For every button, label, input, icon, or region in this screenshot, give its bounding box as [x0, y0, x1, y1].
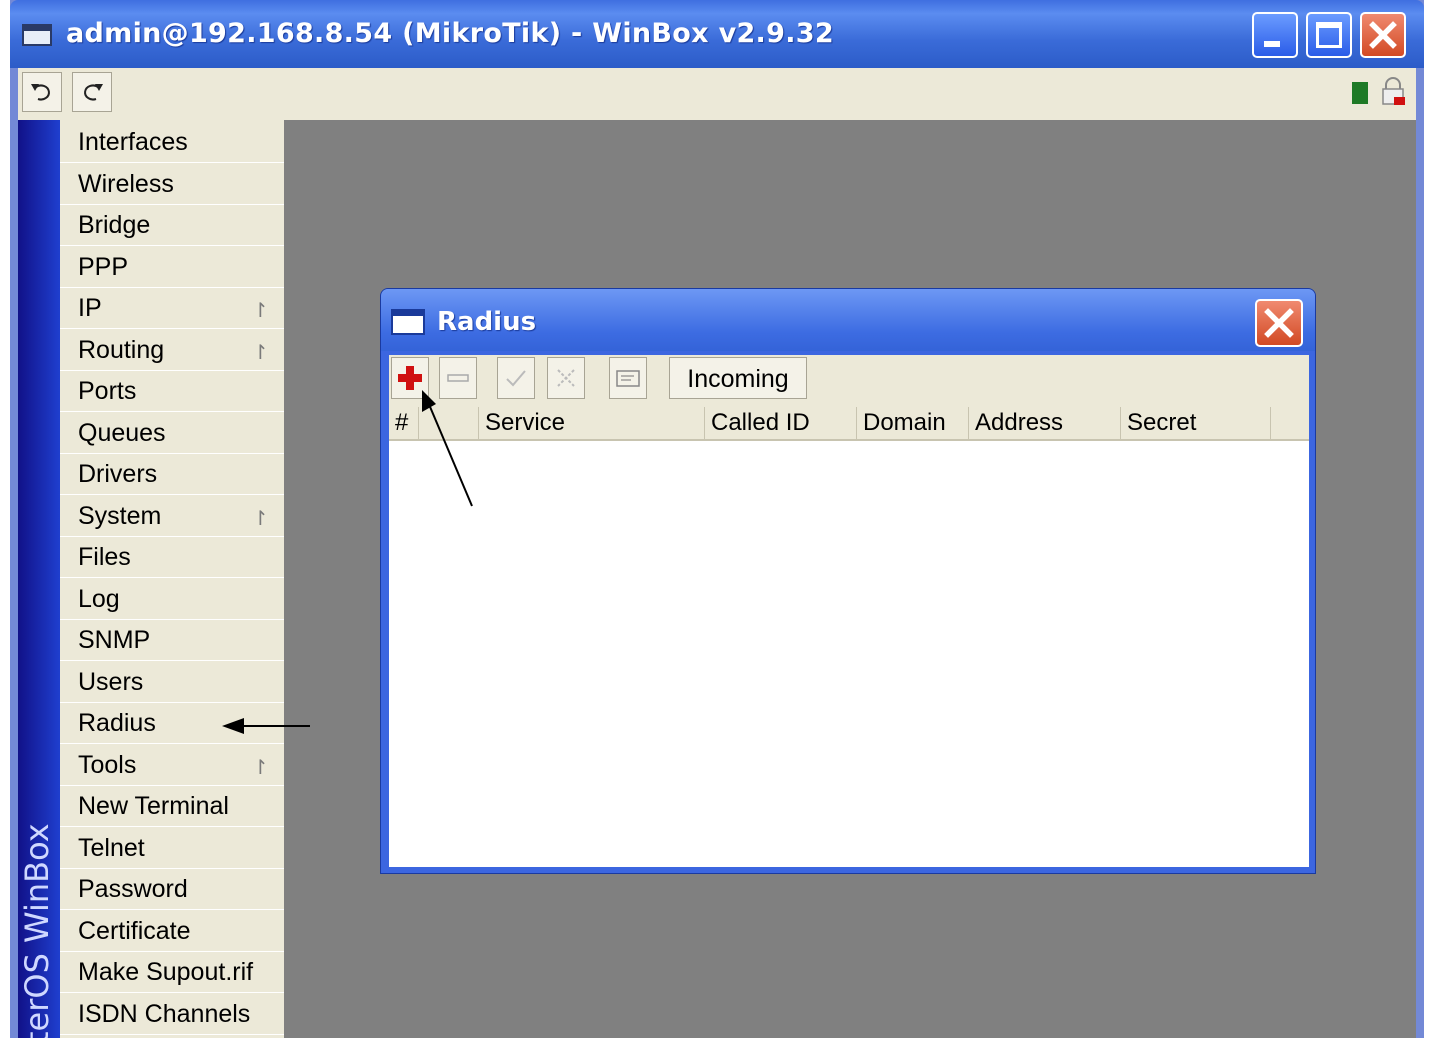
dialog-title: Radius — [437, 307, 537, 337]
column-header-number[interactable]: # — [389, 407, 419, 439]
menu-item-label: Telnet — [78, 834, 145, 862]
redo-icon — [84, 84, 103, 101]
menu-item-ppp[interactable]: PPP — [60, 247, 284, 288]
column-header-secret[interactable]: Secret — [1121, 407, 1271, 439]
menu-item-interfaces[interactable]: Interfaces — [60, 122, 284, 163]
menu-item-label: Ports — [78, 377, 137, 405]
menu-item-routing[interactable]: Routing ↾ — [60, 330, 284, 371]
menu-item-wireless[interactable]: Wireless — [60, 164, 284, 205]
disable-icon — [557, 369, 575, 387]
menu-item-users[interactable]: Users — [60, 662, 284, 703]
window-title: admin@192.168.8.54 (MikroTik) - WinBox v… — [66, 18, 834, 49]
maximize-button[interactable] — [1306, 12, 1352, 58]
menu-item-queues[interactable]: Queues — [60, 413, 284, 454]
winbox-window: admin@192.168.8.54 (MikroTik) - WinBox v… — [10, 0, 1424, 1038]
menu-item-label: PPP — [78, 253, 129, 281]
menu-item-label: Queues — [78, 419, 166, 447]
menu-item-radius[interactable]: Radius — [60, 703, 284, 744]
undo-button[interactable] — [22, 72, 62, 112]
close-icon — [1264, 308, 1294, 338]
add-icon — [398, 366, 422, 390]
add-button[interactable] — [391, 357, 429, 399]
table-header: # Service Called ID Domain Address Secre… — [389, 407, 1309, 441]
menu-item-label: Password — [78, 875, 188, 903]
column-header-address[interactable]: Address — [969, 407, 1121, 439]
menu-item-log[interactable]: Log — [60, 579, 284, 620]
menu-item-files[interactable]: Files — [60, 537, 284, 578]
dialog-window-icon — [391, 309, 425, 335]
menu-item-label: IP — [78, 294, 102, 322]
menu-item-system[interactable]: System ↾ — [60, 496, 284, 537]
menu-item-label: Drivers — [78, 460, 158, 488]
remove-button[interactable] — [439, 357, 477, 399]
undo-icon — [31, 84, 50, 101]
menu-item-label: System — [78, 502, 162, 530]
menu-item-label: Certificate — [78, 917, 191, 945]
column-header-service[interactable]: Service — [479, 407, 705, 439]
radius-dialog: Radius Incoming # Service Called ID Doma… — [380, 288, 1316, 874]
menu-item-ports[interactable]: Ports — [60, 371, 284, 412]
title-bar[interactable]: admin@192.168.8.54 (MikroTik) - WinBox v… — [10, 0, 1424, 68]
dialog-toolbar: Incoming — [389, 355, 1309, 407]
menu-item-label: Tools — [78, 751, 137, 779]
column-header-blank[interactable] — [419, 407, 479, 439]
menu-item-label: Wireless — [78, 170, 174, 198]
menu-item-password[interactable]: Password — [60, 869, 284, 910]
submenu-arrow-icon: ↾ — [252, 340, 269, 364]
close-icon — [1369, 21, 1397, 49]
redo-button[interactable] — [72, 72, 112, 112]
menu-item-certificate[interactable]: Certificate — [60, 911, 284, 952]
menu-item-label: Log — [78, 585, 120, 613]
menu-item-make-supout-rif[interactable]: Make Supout.rif — [60, 952, 284, 993]
menu-item-isdn-channels[interactable]: ISDN Channels — [60, 994, 284, 1035]
menu-item-label: SNMP — [78, 626, 151, 654]
radius-table-body[interactable] — [389, 441, 1309, 867]
side-menu: Interfaces Wireless Bridge PPP IP ↾ Routing ↾ Po… — [60, 120, 284, 1038]
comment-button[interactable] — [609, 357, 647, 399]
disable-button[interactable] — [547, 357, 585, 399]
menu-item-label: Radius — [78, 709, 156, 737]
menu-item-drivers[interactable]: Drivers — [60, 454, 284, 495]
menu-item-label: Bridge — [78, 211, 151, 239]
menu-item-label: Users — [78, 668, 144, 696]
submenu-arrow-icon: ↾ — [252, 298, 269, 322]
brand-label: terOS WinBox — [18, 823, 56, 1038]
remove-icon — [447, 374, 469, 382]
enable-button[interactable] — [497, 357, 535, 399]
submenu-arrow-icon: ↾ — [252, 755, 269, 779]
enable-icon — [506, 370, 526, 387]
menu-item-label: Interfaces — [78, 128, 188, 156]
menu-item-label: Make Supout.rif — [78, 958, 254, 986]
menu-item-tools[interactable]: Tools ↾ — [60, 745, 284, 786]
menu-item-label: Files — [78, 543, 131, 571]
status-indicator — [1352, 82, 1368, 104]
column-header-called-id[interactable]: Called ID — [705, 407, 857, 439]
menu-item-label: New Terminal — [78, 792, 229, 820]
submenu-arrow-icon: ↾ — [252, 506, 269, 530]
close-button[interactable] — [1360, 12, 1406, 58]
menu-item-ip[interactable]: IP ↾ — [60, 288, 284, 329]
dialog-close-button[interactable] — [1255, 299, 1303, 347]
menu-item-new-terminal[interactable]: New Terminal — [60, 786, 284, 827]
brand-strip: terOS WinBox — [18, 120, 60, 1038]
main-toolbar — [18, 68, 1416, 121]
window-icon — [22, 24, 52, 46]
incoming-button[interactable]: Incoming — [669, 357, 807, 399]
menu-item-telnet[interactable]: Telnet — [60, 828, 284, 869]
column-header-domain[interactable]: Domain — [857, 407, 969, 439]
minimize-button[interactable] — [1252, 12, 1298, 58]
lock-icon — [1382, 77, 1405, 105]
menu-item-bridge[interactable]: Bridge — [60, 205, 284, 246]
dialog-title-bar[interactable]: Radius — [381, 289, 1315, 351]
comment-icon — [616, 370, 640, 387]
menu-item-snmp[interactable]: SNMP — [60, 620, 284, 661]
menu-item-label: Routing — [78, 336, 165, 364]
menu-item-label: ISDN Channels — [78, 1000, 251, 1028]
